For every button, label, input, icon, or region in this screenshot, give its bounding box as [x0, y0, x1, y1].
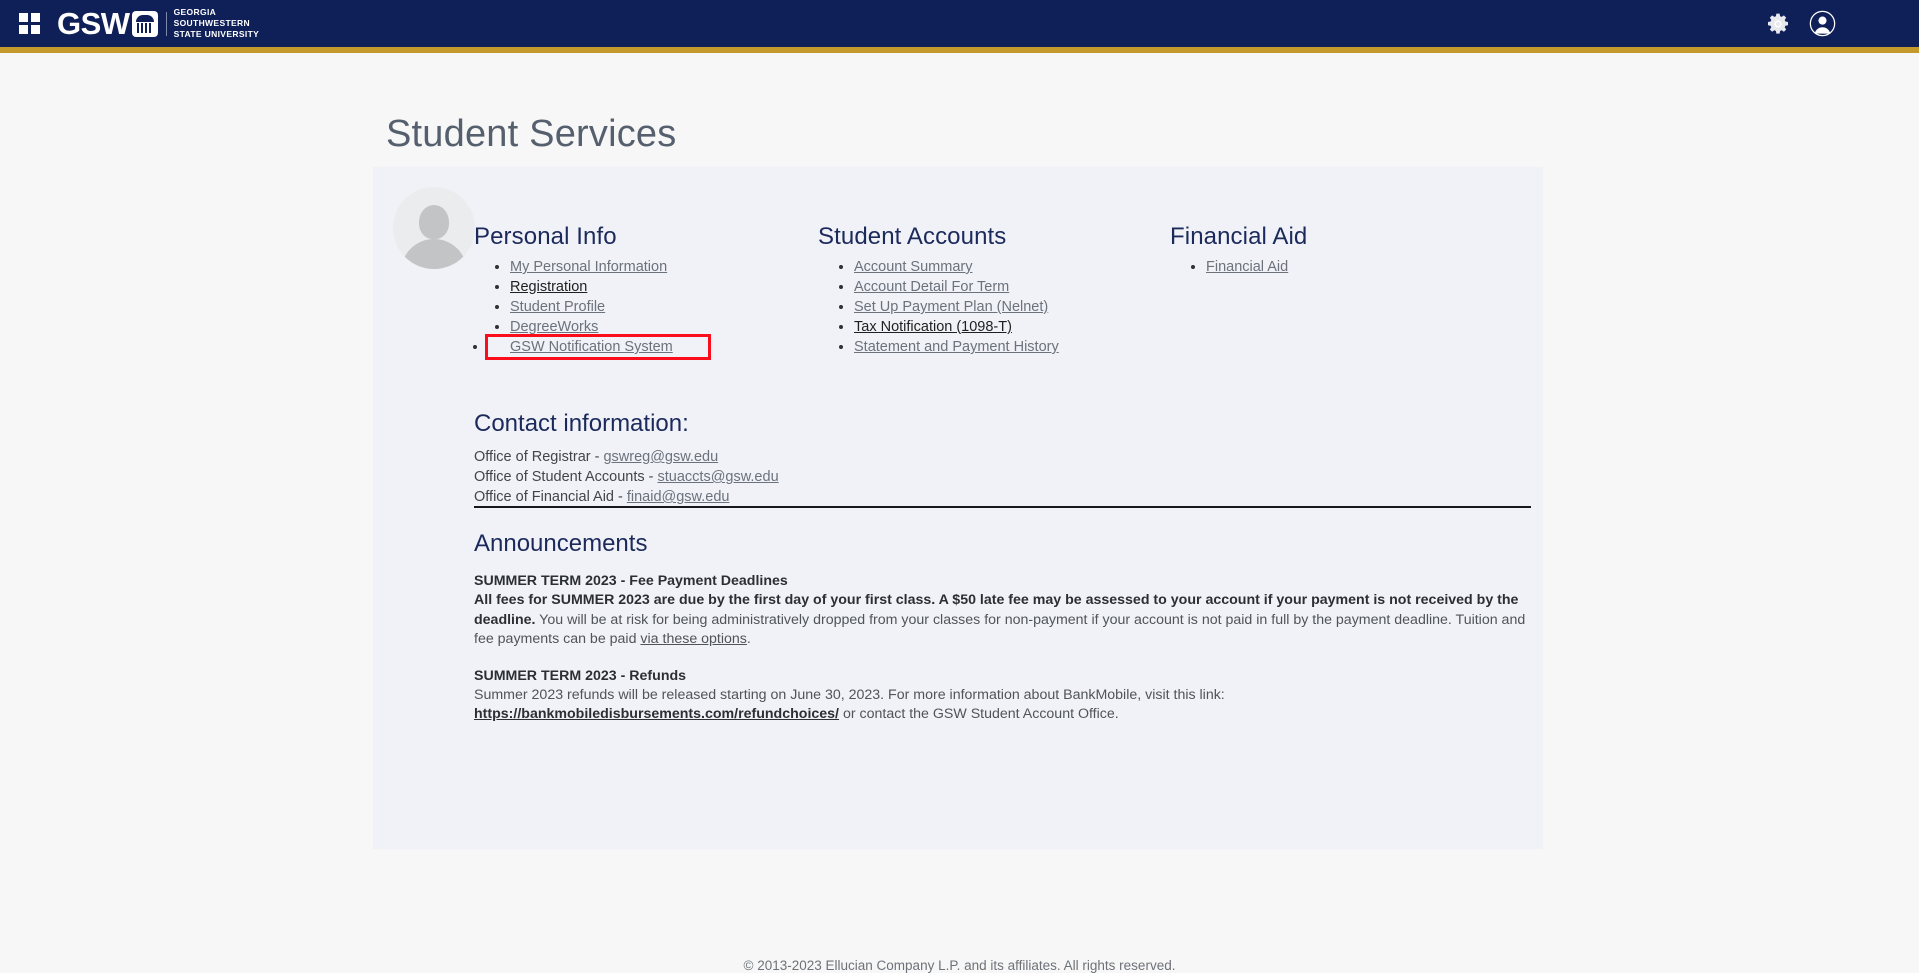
column-personal-info: Personal Info My Personal Information Re…	[473, 223, 818, 360]
apps-grid-icon[interactable]	[12, 7, 46, 41]
link-gsw-notification-system[interactable]: GSW Notification System	[510, 339, 673, 355]
contact-label-financial-aid: Office of Financial Aid -	[474, 489, 627, 505]
link-my-personal-information[interactable]: My Personal Information	[510, 259, 667, 275]
brand-university-name: GEORGIA SOUTHWESTERN STATE UNIVERSITY	[174, 7, 260, 40]
announcement-title: SUMMER TERM 2023 - Refunds	[474, 667, 687, 684]
announcement-normal-text: You will be at risk for being administra…	[474, 611, 1526, 648]
link-registration[interactable]: Registration	[510, 279, 587, 295]
email-link-financial-aid[interactable]: finaid@gsw.edu	[627, 489, 730, 505]
list-item: DegreeWorks	[495, 317, 818, 337]
avatar-head	[419, 205, 449, 239]
announcement-body: All fees for SUMMER 2023 are due by the …	[474, 591, 1534, 650]
avatar	[393, 187, 475, 269]
list-item: My Personal Information	[495, 257, 818, 277]
contact-information-section: Contact information: Office of Registrar…	[474, 410, 779, 507]
list-item: Tax Notification (1098-T)	[839, 317, 1170, 337]
contact-label-student-accounts: Office of Student Accounts -	[474, 469, 658, 485]
announcement-normal-text: Summer 2023 refunds will be released sta…	[474, 686, 1225, 703]
list-item-highlighted: GSW Notification System	[473, 334, 711, 360]
column-heading-personal-info: Personal Info	[474, 223, 617, 250]
brand-wordmark: GSW	[57, 6, 130, 41]
link-account-detail-for-term[interactable]: Account Detail For Term	[854, 279, 1009, 295]
link-statement-and-payment-history[interactable]: Statement and Payment History	[854, 339, 1059, 355]
link-columns: Personal Info My Personal Information Re…	[473, 223, 1514, 360]
list-item: Account Detail For Term	[839, 277, 1170, 297]
link-list-financial-aid: Financial Aid	[1170, 257, 1514, 277]
link-account-summary[interactable]: Account Summary	[854, 259, 972, 275]
gear-icon[interactable]	[1756, 2, 1800, 46]
column-heading-student-accounts: Student Accounts	[818, 223, 1007, 250]
column-student-accounts: Student Accounts Account Summary Account…	[818, 223, 1170, 357]
contact-label-registrar: Office of Registrar -	[474, 449, 604, 465]
top-navbar: GSW GEORGIA SOUTHWESTERN STATE UNIVERSIT…	[0, 0, 1919, 47]
announcement-tail-text: or contact the GSW Student Account Offic…	[839, 706, 1119, 722]
link-student-profile[interactable]: Student Profile	[510, 299, 605, 315]
list-item: Student Profile	[495, 297, 818, 317]
announcement-tail-text: .	[746, 631, 751, 647]
contact-heading: Contact information:	[474, 410, 689, 437]
contact-line-financial-aid: Office of Financial Aid - finaid@gsw.edu	[474, 487, 779, 507]
link-bankmobile-refundchoices[interactable]: https://bankmobiledisbursements.com/refu…	[474, 706, 839, 722]
column-financial-aid: Financial Aid Financial Aid	[1170, 223, 1514, 357]
user-avatar-icon[interactable]	[1800, 2, 1844, 46]
announcements-section: Announcements SUMMER TERM 2023 - Fee Pay…	[474, 530, 1534, 742]
brand-line-3: STATE UNIVERSITY	[173, 28, 260, 39]
announcement-item-fee-payment-deadlines: SUMMER TERM 2023 - Fee Payment Deadlines…	[474, 572, 1534, 650]
brand-line-1: GEORGIA	[173, 7, 217, 18]
avatar-body	[401, 239, 467, 269]
list-item: Account Summary	[839, 257, 1170, 277]
student-services-card: Personal Info My Personal Information Re…	[373, 167, 1543, 849]
page-content: Student Services Personal Info My Person…	[0, 53, 1919, 973]
link-list-student-accounts: Account Summary Account Detail For Term …	[818, 257, 1170, 357]
section-divider	[474, 506, 1531, 508]
gsw-brand-logo[interactable]: GSW GEORGIA SOUTHWESTERN STATE UNIVERSIT…	[57, 7, 259, 40]
announcements-heading: Announcements	[474, 530, 648, 557]
link-set-up-payment-plan[interactable]: Set Up Payment Plan (Nelnet)	[854, 299, 1048, 315]
link-list-personal-info: My Personal Information Registration Stu…	[473, 257, 818, 360]
brand-divider	[165, 11, 167, 36]
email-link-student-accounts[interactable]: stuaccts@gsw.edu	[658, 469, 779, 485]
contact-line-student-accounts: Office of Student Accounts - stuaccts@gs…	[474, 467, 779, 487]
list-item: Set Up Payment Plan (Nelnet)	[839, 297, 1170, 317]
list-item: Registration	[495, 277, 818, 297]
announcement-item-refunds: SUMMER TERM 2023 - Refunds Summer 2023 r…	[474, 667, 1534, 725]
page-title: Student Services	[386, 113, 677, 155]
link-tax-notification-1098t[interactable]: Tax Notification (1098-T)	[854, 319, 1012, 335]
link-financial-aid[interactable]: Financial Aid	[1206, 259, 1288, 275]
university-crest-icon	[131, 10, 158, 37]
navbar-actions	[1756, 2, 1919, 46]
link-degreeworks[interactable]: DegreeWorks	[510, 319, 598, 335]
brand-line-2: SOUTHWESTERN	[173, 18, 251, 29]
footer-copyright: © 2013-2023 Ellucian Company L.P. and it…	[743, 958, 1176, 973]
list-item: Statement and Payment History	[839, 337, 1170, 357]
list-item: Financial Aid	[1191, 257, 1514, 277]
link-via-these-options[interactable]: via these options	[640, 631, 746, 647]
column-heading-financial-aid: Financial Aid	[1170, 223, 1308, 250]
contact-line-registrar: Office of Registrar - gswreg@gsw.edu	[474, 447, 779, 467]
email-link-registrar[interactable]: gswreg@gsw.edu	[603, 449, 718, 465]
announcement-title: SUMMER TERM 2023 - Fee Payment Deadlines	[474, 573, 788, 589]
announcement-body: Summer 2023 refunds will be released sta…	[474, 686, 1534, 725]
